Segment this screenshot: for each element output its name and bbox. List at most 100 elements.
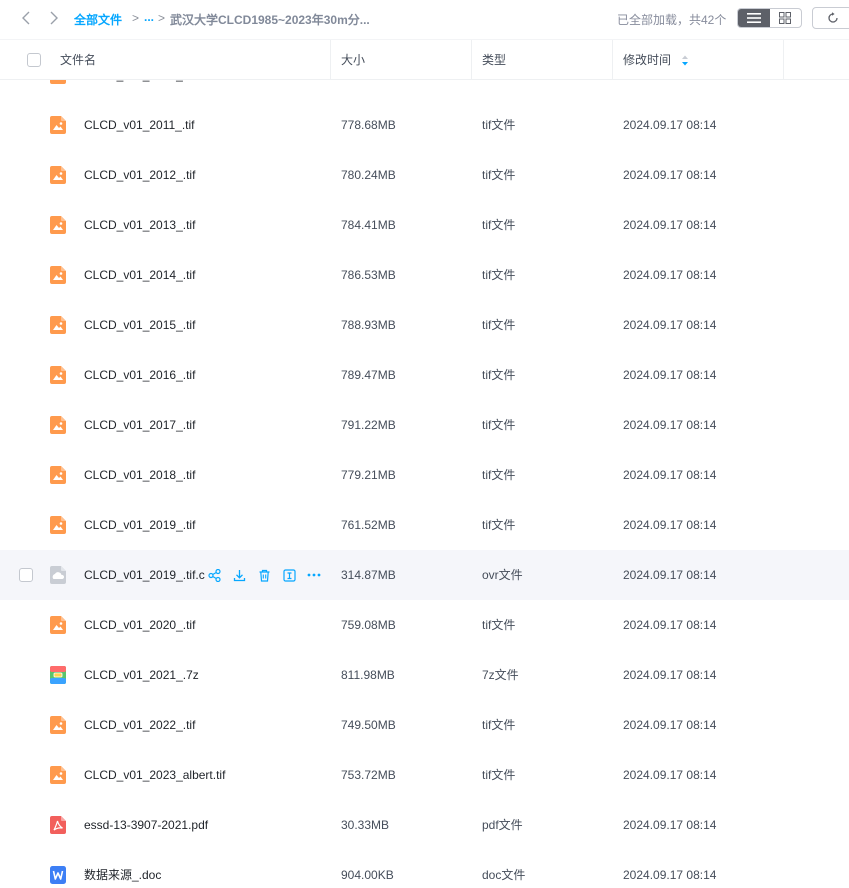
file-name[interactable]: CLCD_v01_2012_.tif <box>84 150 195 200</box>
file-modified-date: 2024.09.17 08:14 <box>623 568 717 582</box>
file-name[interactable]: CLCD_v01_2020_.tif <box>84 600 195 650</box>
column-header-name[interactable]: 文件名 <box>60 40 96 80</box>
list-header: 文件名 大小 类型 修改时间 <box>0 39 849 80</box>
file-size: 753.72MB <box>341 768 396 782</box>
column-divider <box>471 40 472 80</box>
file-size: 779.21MB <box>341 468 396 482</box>
file-name[interactable]: CLCD_v01_2023_albert.tif <box>84 750 225 800</box>
column-divider <box>612 40 613 80</box>
file-name[interactable]: CLCD_v01_2010_.tif <box>84 80 195 100</box>
share-icon[interactable] <box>206 567 222 583</box>
file-modified-date: 2024.09.17 08:14 <box>623 318 717 332</box>
file-name[interactable]: CLCD_v01_2013_.tif <box>84 200 195 250</box>
file-size: 811.98MB <box>341 668 395 682</box>
image-file-icon <box>48 165 68 185</box>
file-type: tif文件 <box>482 168 516 182</box>
image-file-icon <box>48 415 68 435</box>
column-divider <box>783 40 784 80</box>
column-header-modified[interactable]: 修改时间 <box>623 40 671 80</box>
rename-icon[interactable] <box>281 567 297 583</box>
breadcrumb-separator: > <box>132 11 140 25</box>
file-row[interactable]: CLCD_v01_2022_.tif 749.50MB tif文件 2024.09.1… <box>0 700 849 750</box>
file-row[interactable]: CLCD_v01_2021_.7z 811.98MB 7z文件 2024.09.17 … <box>0 650 849 700</box>
unknown-file-icon <box>48 565 68 585</box>
file-name[interactable]: CLCD_v01_2015_.tif <box>84 300 195 350</box>
file-list: CLCD_v01_2010_.tifCLCD_v01_2011_.tif 778.… <box>0 80 849 888</box>
file-row[interactable]: CLCD_v01_2017_.tif 791.22MB tif文件 2024.09.1… <box>0 400 849 450</box>
file-type: tif文件 <box>482 218 516 232</box>
file-name[interactable]: CLCD_v01_2021_.7z <box>84 650 199 700</box>
image-file-icon <box>48 315 68 335</box>
refresh-icon <box>828 12 838 23</box>
file-list-inner: CLCD_v01_2010_.tifCLCD_v01_2011_.tif 778.… <box>0 80 849 888</box>
breadcrumb-ellipsis[interactable]: ... <box>144 10 154 24</box>
file-row[interactable]: essd-13-3907-2021.pdf 30.33MB pdf文件 2024.09… <box>0 800 849 850</box>
file-name[interactable]: CLCD_v01_2019_.tif <box>84 500 195 550</box>
file-row[interactable]: CLCD_v01_2011_.tif 778.68MB tif文件 2024.09.1… <box>0 100 849 150</box>
top-bar: 全部文件 > ... > 武汉大学CLCD1985~2023年30m分... 已… <box>0 0 849 38</box>
image-file-icon <box>48 215 68 235</box>
image-file-icon <box>48 715 68 735</box>
file-row[interactable]: CLCD_v01_2015_.tif 788.93MB tif文件 2024.09.1… <box>0 300 849 350</box>
file-row[interactable]: CLCD_v01_2014_.tif 786.53MB tif文件 2024.09.1… <box>0 250 849 300</box>
file-size: 761.52MB <box>341 518 396 532</box>
download-icon[interactable] <box>231 567 247 583</box>
column-header-type[interactable]: 类型 <box>482 40 506 80</box>
file-size: 789.47MB <box>341 368 396 382</box>
file-row[interactable]: CLCD_v01_2016_.tif 789.47MB tif文件 2024.09.1… <box>0 350 849 400</box>
breadcrumb-root[interactable]: 全部文件 <box>74 11 122 28</box>
file-type: tif文件 <box>482 718 516 732</box>
file-row[interactable]: CLCD_v01_2012_.tif 780.24MB tif文件 2024.09.1… <box>0 150 849 200</box>
file-row[interactable]: CLCD_v01_2023_albert.tif 753.72MB tif文件 202… <box>0 750 849 800</box>
file-name[interactable]: essd-13-3907-2021.pdf <box>84 800 208 850</box>
file-name[interactable]: CLCD_v01_2018_.tif <box>84 450 195 500</box>
file-name[interactable]: CLCD_v01_2016_.tif <box>84 350 195 400</box>
view-toggle <box>737 8 802 28</box>
row-actions <box>206 567 322 583</box>
file-type: tif文件 <box>482 468 516 482</box>
pdf-file-icon <box>48 815 68 835</box>
sort-arrow-icon[interactable] <box>681 55 689 66</box>
file-name[interactable]: CLCD_v01_2014_.tif <box>84 250 195 300</box>
row-checkbox[interactable] <box>19 568 33 582</box>
file-row[interactable]: CLCD_v01_2010_.tif <box>0 80 849 100</box>
file-size: 30.33MB <box>341 818 390 832</box>
file-row[interactable]: CLCD_v01_2013_.tif 784.41MB tif文件 2024.09.1… <box>0 200 849 250</box>
file-size: 791.22MB <box>341 418 396 432</box>
list-view-button[interactable] <box>738 9 770 27</box>
file-type: doc文件 <box>482 868 526 882</box>
file-name[interactable]: CLCD_v01_2022_.tif <box>84 700 195 750</box>
file-size: 314.87MB <box>341 568 396 582</box>
file-row[interactable]: CLCD_v01_2018_.tif 779.21MB tif文件 2024.09.1… <box>0 450 849 500</box>
grid-view-button[interactable] <box>770 9 802 27</box>
file-row[interactable]: CLCD_v01_2019_.tif.c 314.87MB ovr文件 2024.09… <box>0 550 849 600</box>
chevron-right-icon <box>50 11 58 25</box>
image-file-icon <box>48 365 68 385</box>
file-type: pdf文件 <box>482 818 523 832</box>
file-modified-date: 2024.09.17 08:14 <box>623 518 717 532</box>
file-row[interactable]: CLCD_v01_2019_.tif 761.52MB tif文件 2024.09.1… <box>0 500 849 550</box>
image-file-icon <box>48 115 68 135</box>
file-size: 780.24MB <box>341 168 396 182</box>
file-name[interactable]: 数据来源_.doc <box>84 850 161 888</box>
file-name[interactable]: CLCD_v01_2011_.tif <box>84 100 195 150</box>
more-icon[interactable] <box>306 567 322 583</box>
file-row[interactable]: CLCD_v01_2020_.tif 759.08MB tif文件 2024.09.1… <box>0 600 849 650</box>
file-size: 759.08MB <box>341 618 396 632</box>
file-size: 784.41MB <box>341 218 396 232</box>
file-modified-date: 2024.09.17 08:14 <box>623 868 717 882</box>
file-row[interactable]: 数据来源_.doc 904.00KB doc文件 2024.09.17 08:14 <box>0 850 849 888</box>
list-view-icon <box>746 13 761 23</box>
column-header-size[interactable]: 大小 <box>341 40 365 80</box>
file-type: tif文件 <box>482 518 516 532</box>
file-name[interactable]: CLCD_v01_2019_.tif.c <box>84 550 205 600</box>
file-modified-date: 2024.09.17 08:14 <box>623 668 717 682</box>
grid-view-icon <box>779 12 792 24</box>
refresh-button[interactable] <box>812 7 849 29</box>
forward-button[interactable] <box>44 8 64 28</box>
delete-icon[interactable] <box>256 567 272 583</box>
back-button[interactable] <box>16 8 36 28</box>
file-name[interactable]: CLCD_v01_2017_.tif <box>84 400 195 450</box>
select-all-checkbox[interactable] <box>27 53 41 67</box>
archive-file-icon <box>48 665 68 685</box>
